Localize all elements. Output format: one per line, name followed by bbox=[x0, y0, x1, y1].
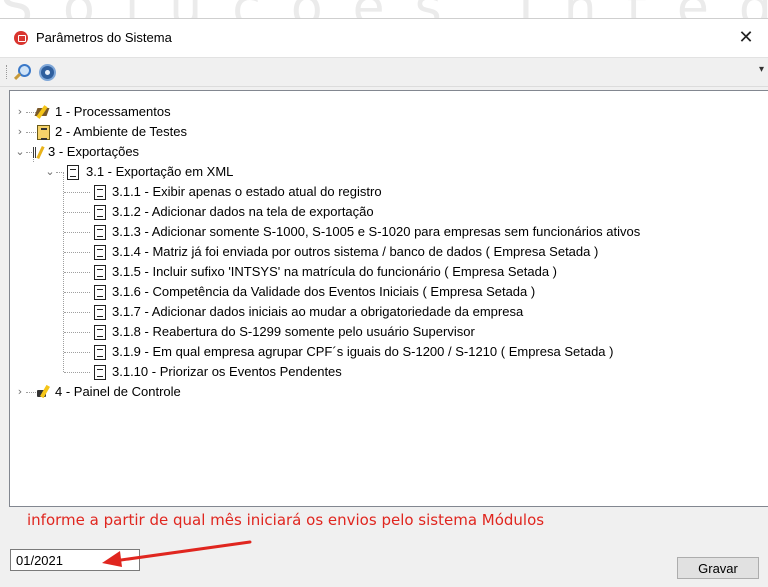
control-panel-icon bbox=[37, 385, 51, 399]
tree-leaf-3-1-8[interactable]: 3.1.8 - Reabertura do S-1299 somente pel… bbox=[64, 322, 754, 342]
toolbar-grip bbox=[6, 65, 9, 79]
toolbar: ▾ bbox=[0, 58, 768, 87]
tree-node-exportacoes[interactable]: ⌄ 3 - Exportações bbox=[10, 142, 710, 162]
tree-node-label: 3.1.9 - Em qual empresa agrupar CPF´s ig… bbox=[112, 344, 614, 359]
document-icon bbox=[94, 185, 106, 200]
tree-node-processamentos[interactable]: › 1 - Processamentos bbox=[10, 102, 710, 122]
document-icon bbox=[94, 305, 106, 320]
search-icon[interactable] bbox=[12, 62, 32, 82]
expand-chevron-icon[interactable]: › bbox=[14, 382, 26, 402]
document-icon bbox=[67, 165, 79, 180]
expand-chevron-icon[interactable]: › bbox=[14, 102, 26, 122]
tree-leaf-3-1-6[interactable]: 3.1.6 - Competência da Validade dos Even… bbox=[64, 282, 754, 302]
config-icon[interactable] bbox=[36, 62, 56, 82]
tree-node-label: 2 - Ambiente de Testes bbox=[55, 124, 188, 139]
tree-leaf-3-1-1[interactable]: 3.1.1 - Exibir apenas o estado atual do … bbox=[64, 182, 754, 202]
app-icon bbox=[14, 31, 28, 45]
tree-node-label: 3.1 - Exportação em XML bbox=[86, 164, 234, 179]
processing-icon bbox=[35, 105, 49, 119]
close-button[interactable]: ✕ bbox=[724, 19, 768, 57]
tree-node-painel-controle[interactable]: › 4 - Painel de Controle bbox=[10, 382, 710, 402]
collapse-chevron-icon[interactable]: ⌄ bbox=[44, 162, 56, 182]
annotation-hint: informe a partir de qual mês iniciará os… bbox=[27, 511, 545, 529]
tree-leaf-3-1-3[interactable]: 3.1.3 - Adicionar somente S-1000, S-1005… bbox=[64, 222, 764, 242]
document-icon bbox=[94, 245, 106, 260]
document-icon bbox=[94, 345, 106, 360]
tree-leaf-3-1-2[interactable]: 3.1.2 - Adicionar dados na tela de expor… bbox=[64, 202, 754, 222]
tree-node-label: 3.1.6 - Competência da Validade dos Even… bbox=[112, 284, 536, 299]
tree-node-label: 3 - Exportações bbox=[48, 144, 140, 159]
tree-node-ambiente-testes[interactable]: › 2 - Ambiente de Testes bbox=[10, 122, 710, 142]
document-icon bbox=[94, 325, 106, 340]
tree-leaf-3-1-7[interactable]: 3.1.7 - Adicionar dados iniciais ao muda… bbox=[64, 302, 754, 322]
tree-node-label: 3.1.4 - Matriz já foi enviada por outros… bbox=[112, 244, 599, 259]
title-bar: Parâmetros do Sistema ✕ bbox=[0, 19, 768, 58]
tree-node-label: 1 - Processamentos bbox=[55, 104, 171, 119]
document-icon bbox=[94, 205, 106, 220]
annotation-arrow-icon bbox=[102, 540, 252, 567]
document-icon bbox=[94, 365, 106, 380]
parameters-tree: › 1 - Processamentos › 2 - Ambiente de T… bbox=[9, 90, 768, 507]
save-button[interactable]: Gravar bbox=[677, 557, 759, 579]
expand-chevron-icon[interactable]: › bbox=[14, 122, 26, 142]
tree-node-label: 3.1.1 - Exibir apenas o estado atual do … bbox=[112, 184, 382, 199]
parameters-window: Parâmetros do Sistema ✕ ▾ › 1 - Processa… bbox=[0, 18, 768, 587]
document-icon bbox=[94, 225, 106, 240]
tree-leaf-3-1-5[interactable]: 3.1.5 - Incluir sufixo 'INTSYS' na matrí… bbox=[64, 262, 754, 282]
tree-node-exportacao-xml[interactable]: ⌄ 3.1 - Exportação em XML bbox=[10, 162, 710, 182]
tree-leaf-3-1-4[interactable]: 3.1.4 - Matriz já foi enviada por outros… bbox=[64, 242, 754, 262]
tree-leaf-3-1-9[interactable]: 3.1.9 - Em qual empresa agrupar CPF´s ig… bbox=[64, 342, 754, 362]
collapse-chevron-icon[interactable]: ⌄ bbox=[14, 142, 26, 162]
tree-node-label: 3.1.7 - Adicionar dados iniciais ao muda… bbox=[112, 304, 524, 319]
tree-node-label: 3.1.8 - Reabertura do S-1299 somente pel… bbox=[112, 324, 475, 339]
tree-node-label: 3.1.3 - Adicionar somente S-1000, S-1005… bbox=[112, 224, 641, 239]
document-icon bbox=[94, 265, 106, 280]
toolbar-overflow-icon[interactable]: ▾ bbox=[759, 64, 764, 75]
window-title: Parâmetros do Sistema bbox=[36, 30, 172, 45]
document-icon bbox=[94, 285, 106, 300]
tree-node-label: 3.1.5 - Incluir sufixo 'INTSYS' na matrí… bbox=[112, 264, 557, 279]
test-environment-icon bbox=[37, 125, 50, 140]
tree-leaf-3-1-10[interactable]: 3.1.10 - Priorizar os Eventos Pendentes bbox=[64, 362, 754, 382]
tree-node-label: 4 - Painel de Controle bbox=[55, 384, 181, 399]
exports-icon bbox=[33, 145, 47, 159]
tree-node-label: 3.1.2 - Adicionar dados na tela de expor… bbox=[112, 204, 374, 219]
tree-node-label: 3.1.10 - Priorizar os Eventos Pendentes bbox=[112, 364, 342, 379]
